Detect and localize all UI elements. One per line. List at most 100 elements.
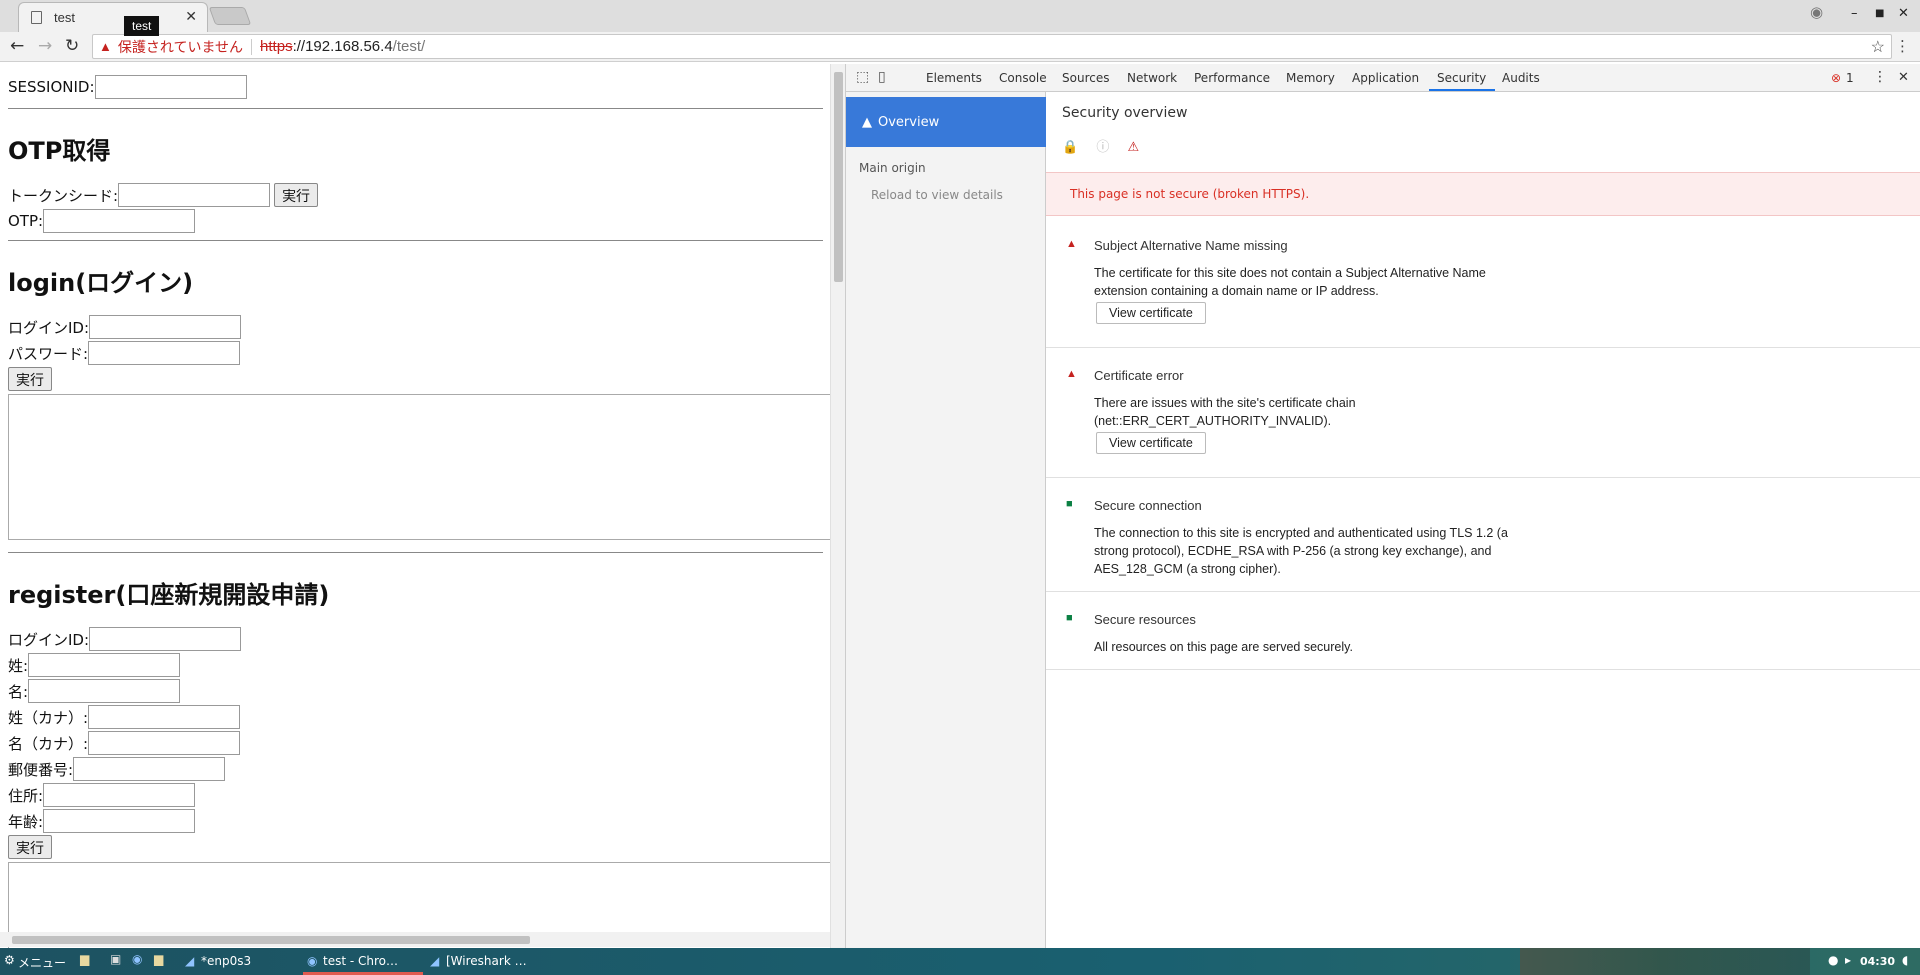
register-run-button[interactable]: 実行 bbox=[8, 835, 52, 859]
taskbar: ⚙ メニュー ▆ ▣ ◉ ▆ ◢ *enp0s3 ◉ test - Chro… … bbox=[0, 948, 1920, 975]
tab-memory[interactable]: Memory bbox=[1286, 71, 1335, 85]
info-icon: ⓘ bbox=[1096, 140, 1110, 155]
horizontal-scroll-thumb[interactable] bbox=[12, 936, 530, 944]
address-bar[interactable]: ▲ 保護されていません https ://192.168.56.4 /test/… bbox=[92, 34, 1892, 59]
address-input[interactable] bbox=[43, 783, 196, 807]
inspect-element-icon[interactable]: ⬚ bbox=[856, 69, 869, 85]
terminal-icon[interactable]: ▣ bbox=[110, 952, 121, 966]
maximize-icon[interactable]: ■ bbox=[1875, 8, 1884, 19]
login-result-textarea[interactable] bbox=[8, 394, 834, 540]
first-name-kana-input[interactable] bbox=[88, 731, 241, 755]
first-name-input[interactable] bbox=[28, 679, 181, 703]
browser-icon[interactable]: ◉ bbox=[132, 952, 142, 966]
browser-tab[interactable]: test ✕ bbox=[18, 2, 208, 32]
security-overview: Security overview 🔒 ⓘ ⚠ This page is not… bbox=[1046, 92, 1920, 948]
first-name-kana-row: 名（カナ）: bbox=[8, 730, 823, 756]
register-heading: register(口座新規開設申請) bbox=[8, 581, 330, 609]
close-window-icon[interactable]: ✕ bbox=[1898, 6, 1909, 21]
sessionid-row: SESSIONID: bbox=[8, 74, 823, 100]
security-state-icons: 🔒 ⓘ ⚠ bbox=[1062, 136, 1139, 155]
view-certificate-button[interactable]: View certificate bbox=[1096, 302, 1206, 324]
page-horizontal-scrollbar[interactable] bbox=[0, 932, 830, 947]
forward-icon[interactable]: → bbox=[38, 36, 52, 56]
insecure-banner: This page is not secure (broken HTTPS). bbox=[1046, 172, 1920, 216]
sidebar-reload-hint[interactable]: Reload to view details bbox=[871, 188, 1003, 202]
start-menu-button[interactable]: メニュー bbox=[18, 954, 66, 971]
folder-icon[interactable]: ▆ bbox=[80, 952, 89, 966]
tab-performance[interactable]: Performance bbox=[1194, 71, 1270, 85]
tab-title: test bbox=[54, 10, 75, 25]
age-row: 年齢: bbox=[8, 808, 823, 834]
sidebar-item-overview[interactable]: ▲ Overview bbox=[846, 97, 1046, 147]
reg-login-id-input[interactable] bbox=[89, 627, 242, 651]
menu-gear-icon[interactable]: ⚙ bbox=[4, 953, 15, 967]
error-triangle-icon: ▲ bbox=[1066, 238, 1077, 250]
last-name-input[interactable] bbox=[28, 653, 181, 677]
reload-icon[interactable]: ↻ bbox=[65, 36, 79, 56]
token-seed-label: トークンシード: bbox=[8, 186, 119, 205]
vertical-scroll-thumb[interactable] bbox=[834, 72, 843, 282]
security-item-title: Secure resources bbox=[1094, 612, 1196, 627]
new-tab-button[interactable] bbox=[208, 7, 252, 25]
user-icon[interactable]: ● bbox=[1828, 953, 1838, 967]
tab-network[interactable]: Network bbox=[1127, 71, 1177, 85]
address-label: 住所: bbox=[8, 786, 44, 805]
taskbar-item-wireshark[interactable]: [Wireshark … bbox=[446, 954, 527, 968]
otp-run-button[interactable]: 実行 bbox=[274, 183, 319, 207]
token-seed-row: トークンシード: 実行 bbox=[8, 182, 823, 208]
last-name-row: 姓: bbox=[8, 652, 823, 678]
login-id-row: ログインID: bbox=[8, 314, 823, 340]
otp-row: OTP: bbox=[8, 208, 823, 234]
reg-login-id-label: ログインID: bbox=[8, 630, 90, 649]
devtools-menu-icon[interactable]: ⋮ bbox=[1873, 69, 1887, 85]
tab-close-icon[interactable]: ✕ bbox=[185, 9, 197, 25]
files-icon[interactable]: ▆ bbox=[154, 952, 163, 966]
age-label: 年齢: bbox=[8, 812, 44, 831]
tab-audits[interactable]: Audits bbox=[1502, 71, 1540, 85]
password-input[interactable] bbox=[88, 341, 241, 365]
sessionid-input[interactable] bbox=[94, 75, 247, 99]
url-host: ://192.168.56.4 bbox=[292, 38, 393, 55]
last-name-kana-row: 姓（カナ）: bbox=[8, 704, 823, 730]
tab-security[interactable]: Security bbox=[1437, 71, 1486, 85]
page-vertical-scrollbar[interactable] bbox=[830, 64, 845, 948]
tab-elements[interactable]: Elements bbox=[926, 71, 982, 85]
omnibox-divider bbox=[251, 38, 253, 55]
otp-input[interactable] bbox=[43, 209, 196, 233]
last-name-kana-input[interactable] bbox=[88, 705, 241, 729]
taskbar-item-enp0s3[interactable]: *enp0s3 bbox=[201, 954, 251, 968]
warning-icon[interactable]: ▲ bbox=[99, 39, 112, 54]
first-name-label: 名: bbox=[8, 682, 29, 701]
last-name-label: 姓: bbox=[8, 656, 29, 675]
error-count[interactable]: 1 bbox=[1846, 71, 1854, 85]
token-seed-input[interactable] bbox=[118, 183, 271, 207]
secure-square-icon: ■ bbox=[1066, 612, 1073, 624]
minimize-icon[interactable]: – bbox=[1851, 6, 1858, 21]
device-toolbar-icon[interactable]: ▯ bbox=[878, 69, 886, 85]
taskbar-item-chrome[interactable]: test - Chro… bbox=[323, 954, 398, 968]
security-item-desc: There are issues with the site's certifi… bbox=[1094, 396, 1356, 428]
browser-menu-icon[interactable]: ⋮ bbox=[1895, 37, 1910, 55]
login-run-button[interactable]: 実行 bbox=[8, 367, 52, 391]
tab-sources[interactable]: Sources bbox=[1062, 71, 1109, 85]
view-certificate-button[interactable]: View certificate bbox=[1096, 432, 1206, 454]
devtools-close-icon[interactable]: ✕ bbox=[1898, 70, 1909, 85]
clock[interactable]: 04:30 bbox=[1860, 955, 1895, 968]
lock-icon: 🔒 bbox=[1062, 140, 1079, 155]
overview-title: Security overview bbox=[1062, 105, 1188, 121]
profile-icon[interactable]: ◉ bbox=[1810, 3, 1823, 21]
page-icon bbox=[31, 11, 42, 24]
wireshark-icon: ◢ bbox=[185, 954, 195, 968]
tab-application[interactable]: Application bbox=[1352, 71, 1419, 85]
tab-console[interactable]: Console bbox=[999, 71, 1047, 85]
security-status[interactable]: 保護されていません bbox=[118, 37, 243, 57]
back-icon[interactable]: ← bbox=[10, 36, 24, 56]
login-id-input[interactable] bbox=[89, 315, 242, 339]
bookmark-star-icon[interactable]: ☆ bbox=[1871, 37, 1885, 57]
url-scheme: https bbox=[260, 38, 293, 55]
postal-input[interactable] bbox=[73, 757, 226, 781]
volume-icon[interactable]: ▸ bbox=[1845, 953, 1851, 967]
error-counter-icon[interactable]: ⊗ bbox=[1831, 71, 1841, 85]
age-input[interactable] bbox=[43, 809, 196, 833]
speaker-icon[interactable]: ◖ bbox=[1902, 953, 1908, 967]
